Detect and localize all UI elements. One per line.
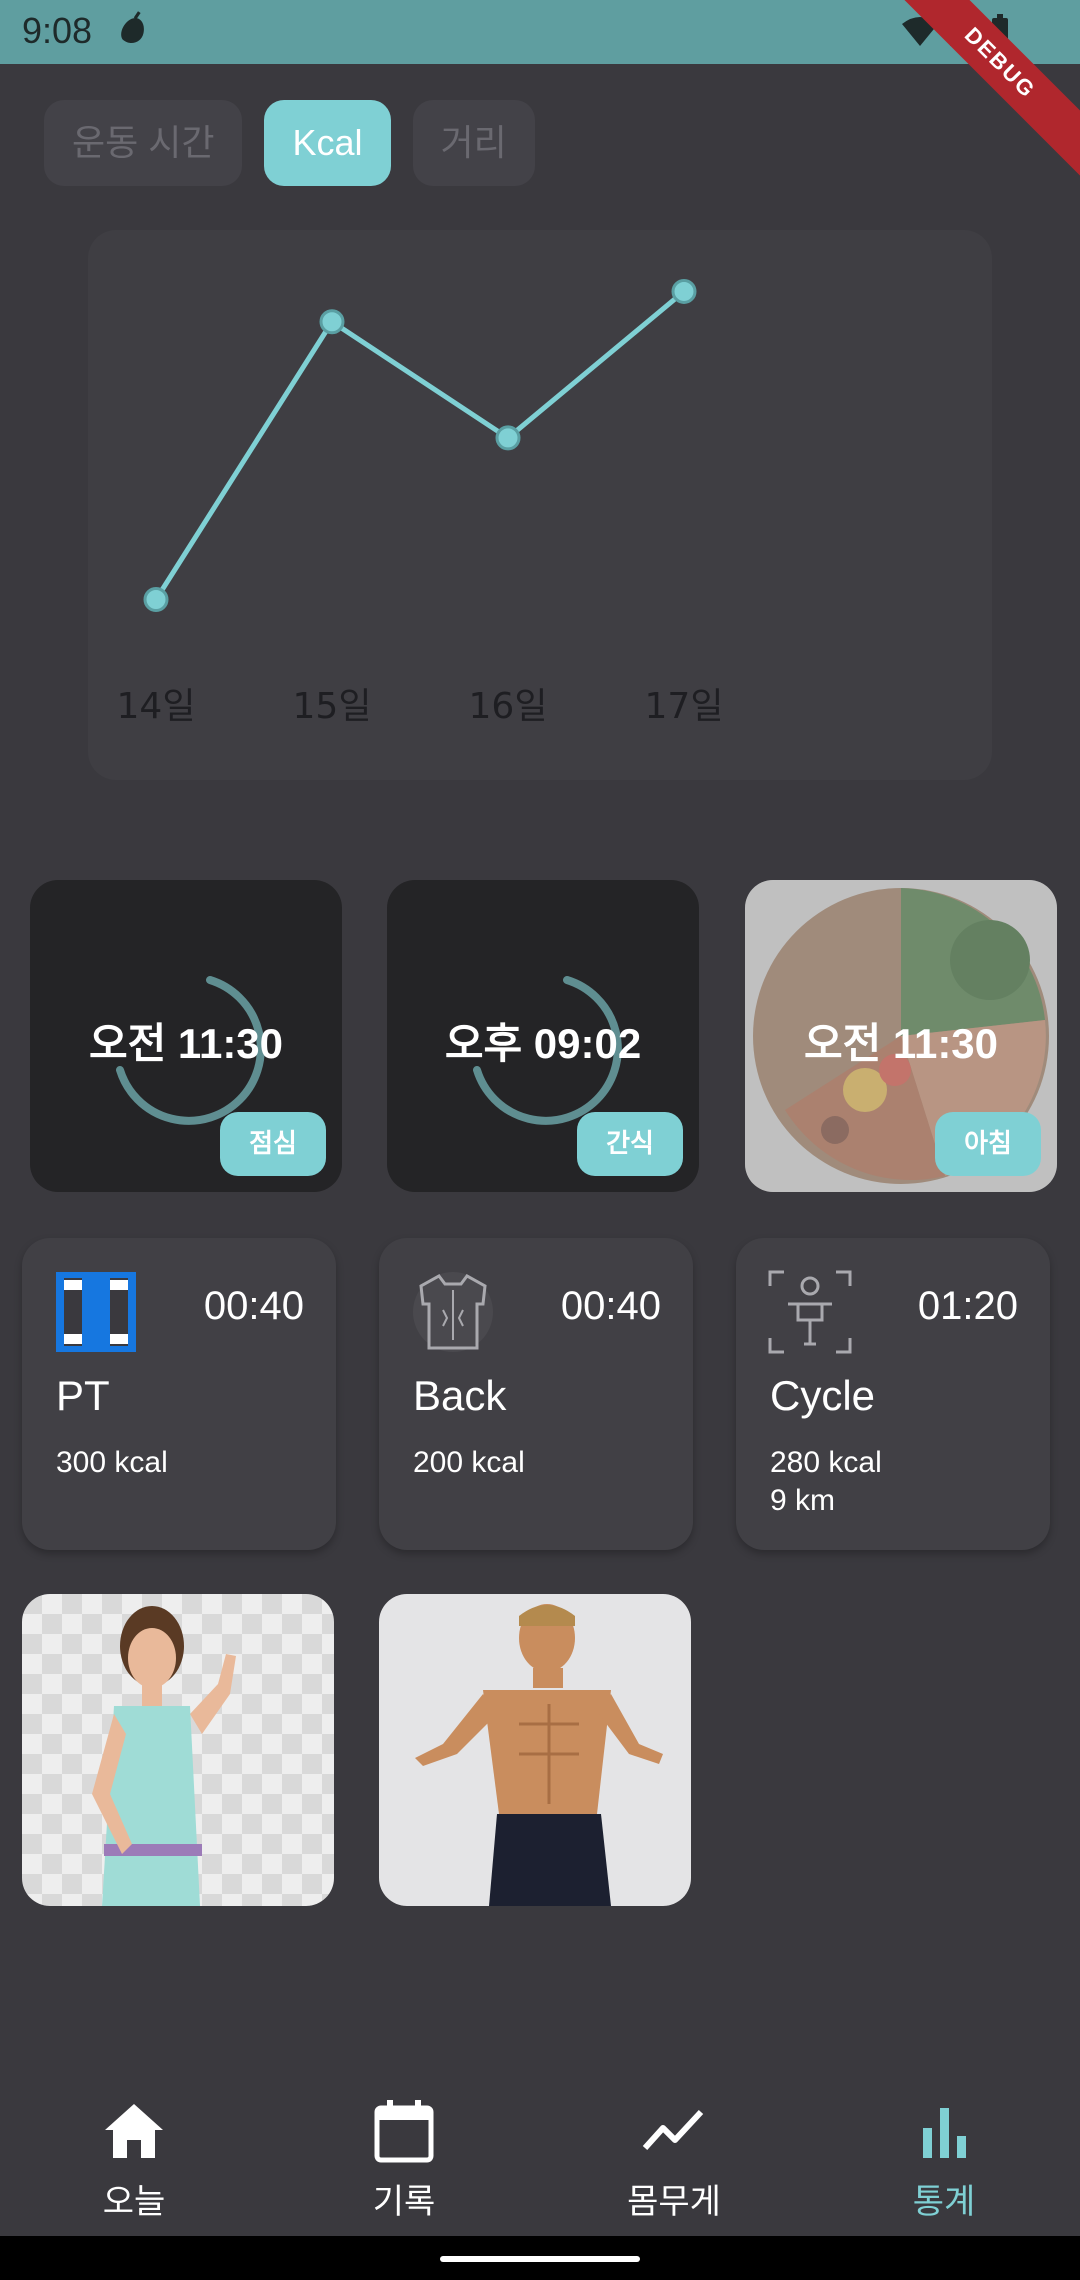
bottom-navigation: 오늘 기록 몸무게 통계 <box>0 2080 1080 2236</box>
data-point[interactable] <box>143 587 169 612</box>
meal-card[interactable]: 오전 11:30 아침 <box>745 880 1057 1192</box>
calendar-icon <box>374 2100 434 2163</box>
workout-card[interactable]: 00:40 PT 300 kcal <box>22 1238 336 1550</box>
man-fitness-photo <box>379 1594 691 1906</box>
nav-item-stats[interactable]: 통계 <box>844 2098 1044 2223</box>
data-point[interactable] <box>495 425 521 451</box>
workout-kcal: 280 kcal <box>770 1446 882 1479</box>
back-muscle-icon <box>413 1272 493 1352</box>
kcal-line-chart: 14일 15일 16일 17일 <box>117 278 724 727</box>
kcal-series-line <box>153 289 686 601</box>
meal-list: 오전 11:30 점심 오후 09:02 간식 오전 11:30 아침 <box>30 880 1060 1192</box>
meal-time: 오후 09:02 <box>444 1020 642 1067</box>
workout-duration: 00:40 <box>560 1284 661 1328</box>
body-photo[interactable] <box>22 1594 334 1906</box>
cycle-machine-icon <box>768 1270 852 1354</box>
workout-duration: 00:40 <box>203 1284 304 1328</box>
trend-line-icon <box>642 2109 704 2151</box>
nav-label: 통계 <box>912 2182 976 2222</box>
nav-label: 오늘 <box>102 2182 166 2222</box>
meal-card[interactable]: 오후 09:02 간식 <box>387 880 699 1192</box>
workout-list: 00:40 PT 300 kcal 00:40 Back 200 kcal 01… <box>22 1238 1062 1550</box>
tab-kcal[interactable]: Kcal <box>264 100 391 186</box>
workout-kcal: 300 kcal <box>56 1446 168 1479</box>
x-tick-label: 14일 <box>117 686 196 727</box>
tab-exercise-time[interactable]: 운동 시간 <box>44 100 243 186</box>
workout-card[interactable]: 01:20 Cycle 280 kcal 9 km <box>736 1238 1050 1550</box>
nav-label: 기록 <box>372 2182 436 2222</box>
x-tick-label: 15일 <box>293 686 372 727</box>
bar-chart-icon <box>923 2108 966 2158</box>
status-time: 9:08 <box>22 10 93 51</box>
body-photo-list <box>22 1594 822 1908</box>
workout-name: Cycle <box>770 1372 876 1419</box>
data-point[interactable] <box>319 309 345 335</box>
nav-item-records[interactable]: 기록 <box>304 2098 504 2223</box>
app-notification-icon <box>121 11 144 43</box>
nav-label: 몸무게 <box>627 2182 721 2222</box>
metric-tabs: 운동 시간 Kcal 거리 <box>44 100 535 186</box>
dumbbell-icon <box>56 1272 136 1352</box>
workout-name: PT <box>56 1372 110 1419</box>
nav-item-today[interactable]: 오늘 <box>34 2098 234 2223</box>
meal-card[interactable]: 오전 11:30 점심 <box>30 880 342 1192</box>
woman-fitness-photo <box>22 1594 334 1906</box>
workout-kcal: 200 kcal <box>413 1446 525 1479</box>
tab-distance[interactable]: 거리 <box>412 100 535 186</box>
system-gesture-bar <box>0 2236 1080 2280</box>
x-tick-label: 16일 <box>469 686 548 727</box>
workout-distance: 9 km <box>770 1484 836 1517</box>
kcal-chart-card: 14일 15일 16일 17일 <box>88 230 992 780</box>
meal-type-badge: 아침 <box>935 1112 1041 1176</box>
workout-card[interactable]: 00:40 Back 200 kcal <box>379 1238 693 1550</box>
x-tick-label: 17일 <box>645 686 724 727</box>
meal-time: 오전 11:30 <box>803 1020 999 1067</box>
meal-type-badge: 간식 <box>577 1112 683 1176</box>
meal-type-badge: 점심 <box>220 1112 326 1176</box>
home-icon <box>105 2104 163 2158</box>
home-gesture-handle[interactable] <box>440 2256 640 2262</box>
body-photo[interactable] <box>379 1594 691 1906</box>
data-point[interactable] <box>671 278 697 304</box>
meal-time: 오전 11:30 <box>88 1020 284 1067</box>
nav-item-weight[interactable]: 몸무게 <box>574 2098 774 2223</box>
workout-name: Back <box>413 1372 507 1419</box>
workout-duration: 01:20 <box>917 1284 1018 1328</box>
